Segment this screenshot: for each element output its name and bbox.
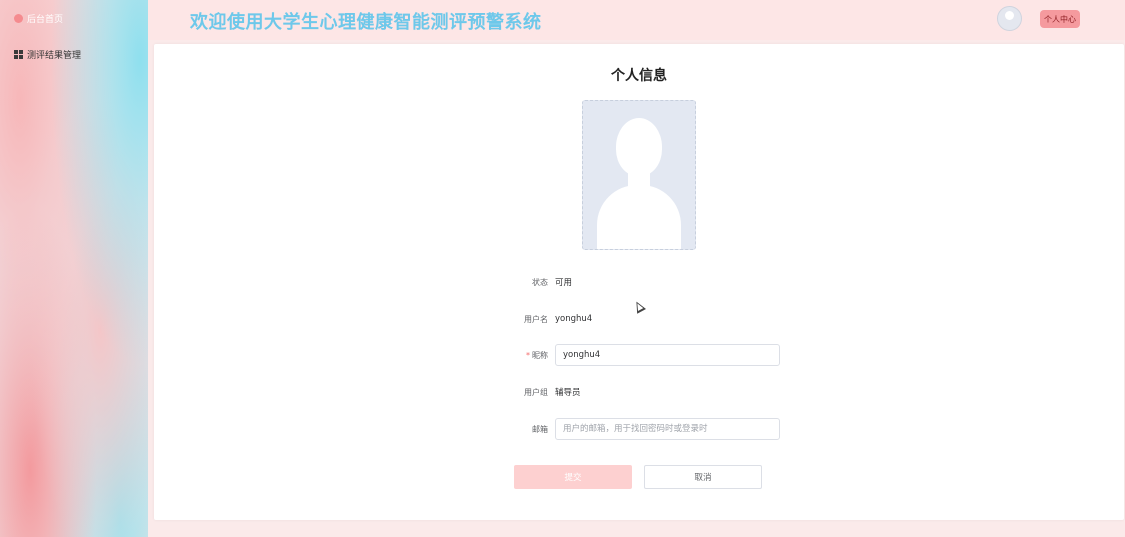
user-group-value: 辅导员 — [555, 388, 581, 398]
nickname-label-wrap: * 昵称 — [494, 350, 555, 361]
system-title: 欢迎使用大学生心理健康智能测评预警系统 — [190, 12, 542, 33]
avatar-upload[interactable] — [582, 100, 696, 250]
profile-panel: 个人信息 状态 可用 用户名 yonghu4 *昵称 用户组 辅导员 邮箱 提交… — [154, 44, 1124, 520]
sidebar-item-label: 后台首页 — [27, 15, 64, 25]
nickname-input[interactable] — [555, 344, 780, 366]
status-value: 可用 — [555, 278, 573, 288]
user-silhouette-body — [597, 185, 681, 249]
username-label: 用户名 — [524, 314, 548, 324]
username-value: yonghu4 — [555, 314, 593, 324]
sidebar-item-home[interactable]: 后台首页 — [14, 12, 63, 25]
user-silhouette-icon — [616, 118, 662, 176]
status-label: 状态 — [532, 277, 548, 287]
username-row: 用户名 yonghu4 — [494, 307, 592, 331]
required-mark: * — [526, 350, 530, 360]
sidebar-item-result-management[interactable]: 测评结果管理 — [14, 48, 81, 61]
status-row: 状态 可用 — [494, 270, 572, 294]
avatar-icon[interactable] — [997, 6, 1022, 31]
top-header: 欢迎使用大学生心理健康智能测评预警系统 个人中心 — [148, 0, 1125, 40]
user-group-label: 用户组 — [524, 387, 548, 397]
home-icon — [14, 14, 23, 23]
sidebar: 后台首页 测评结果管理 — [0, 0, 148, 537]
nickname-label: 昵称 — [532, 350, 548, 360]
user-center-button[interactable]: 个人中心 — [1040, 10, 1080, 28]
grid-icon — [14, 50, 23, 59]
nickname-row: * 昵称 — [494, 343, 780, 367]
cancel-button[interactable]: 取消 — [644, 465, 762, 489]
email-input[interactable] — [555, 418, 780, 440]
email-row: 邮箱 — [494, 417, 780, 441]
email-label: 邮箱 — [532, 424, 548, 434]
user-group-row: 用户组 辅导员 — [494, 380, 581, 404]
page-title: 个人信息 — [611, 68, 667, 84]
submit-button[interactable]: 提交 — [514, 465, 632, 489]
sidebar-item-label: 测评结果管理 — [27, 51, 82, 61]
